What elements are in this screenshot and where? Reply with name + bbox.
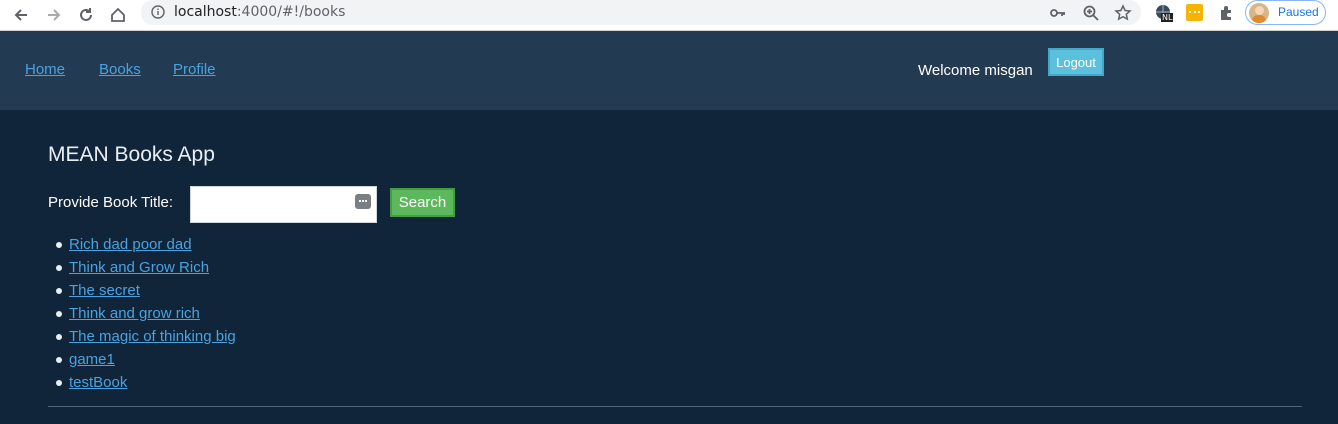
extension-badge: NL <box>1161 13 1174 22</box>
list-item: Rich dad poor dad <box>48 234 448 257</box>
profile-paused-button[interactable]: Paused <box>1245 0 1326 25</box>
nav-link-home[interactable]: Home <box>25 61 65 78</box>
zoom-icon[interactable] <box>1082 4 1100 22</box>
bookmark-star-icon[interactable] <box>1114 4 1132 22</box>
input-options-icon[interactable] <box>355 194 371 209</box>
list-item: The magic of thinking big <box>48 326 448 349</box>
book-link[interactable]: Think and Grow Rich <box>69 259 209 276</box>
bullet-icon <box>56 334 62 340</box>
profile-status-label: Paused <box>1278 5 1319 19</box>
divider <box>48 406 1302 407</box>
site-info-icon[interactable] <box>151 5 165 19</box>
back-icon[interactable] <box>10 4 32 26</box>
forward-icon[interactable] <box>43 4 65 26</box>
list-item: Think and grow rich <box>48 303 448 326</box>
app-navbar: Home Books Profile Welcome misgan Logout <box>0 31 1338 110</box>
bullet-icon <box>56 311 62 317</box>
book-link[interactable]: Think and grow rich <box>69 305 200 322</box>
home-icon[interactable] <box>107 4 129 26</box>
bullet-icon <box>56 357 62 363</box>
bullet-icon <box>56 380 62 386</box>
profile-avatar <box>1249 3 1269 23</box>
book-title-input[interactable] <box>190 186 377 223</box>
logout-button[interactable]: Logout <box>1048 48 1104 76</box>
list-item: testBook <box>48 372 448 395</box>
book-link[interactable]: The secret <box>69 282 140 299</box>
search-button[interactable]: Search <box>390 188 455 217</box>
bullet-icon <box>56 265 62 271</box>
reload-icon[interactable] <box>75 4 97 26</box>
bullet-icon <box>56 288 62 294</box>
nav-link-books[interactable]: Books <box>99 61 141 78</box>
url-text[interactable]: localhost:4000/#!/books <box>174 4 345 20</box>
book-title-label: Provide Book Title: <box>48 194 174 211</box>
nav-link-profile[interactable]: Profile <box>173 61 216 78</box>
browser-toolbar: localhost:4000/#!/books NL Paused <box>0 0 1338 31</box>
key-icon[interactable] <box>1049 4 1067 22</box>
list-item: The secret <box>48 280 448 303</box>
notes-extension-icon[interactable] <box>1186 4 1203 21</box>
page-title: MEAN Books App <box>48 143 215 166</box>
welcome-text: Welcome misgan <box>918 62 1033 79</box>
book-link[interactable]: The magic of thinking big <box>69 328 236 345</box>
url-path: :4000/#!/books <box>236 4 346 20</box>
list-item: game1 <box>48 349 448 372</box>
url-host: localhost <box>174 4 237 20</box>
book-link[interactable]: testBook <box>69 374 127 391</box>
list-item: Think and Grow Rich <box>48 257 448 280</box>
book-link[interactable]: game1 <box>69 351 115 368</box>
book-link[interactable]: Rich dad poor dad <box>69 236 192 253</box>
globe-extension-icon[interactable]: NL <box>1154 3 1174 23</box>
bullet-icon <box>56 242 62 248</box>
extensions-puzzle-icon[interactable] <box>1217 3 1237 23</box>
book-list: Rich dad poor dad Think and Grow Rich Th… <box>48 234 448 395</box>
